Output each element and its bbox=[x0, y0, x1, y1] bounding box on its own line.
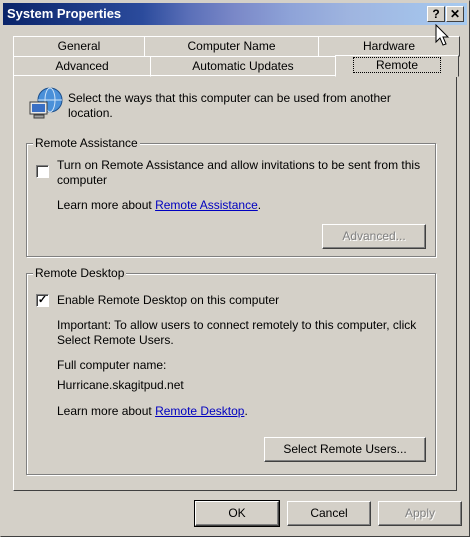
select-remote-users-button[interactable]: Select Remote Users... bbox=[264, 437, 426, 462]
remote-assistance-link[interactable]: Remote Assistance bbox=[155, 198, 258, 212]
full-name-label: Full computer name: bbox=[57, 358, 167, 372]
learn-more-suffix: . bbox=[244, 404, 248, 418]
tab-advanced[interactable]: Advanced bbox=[13, 56, 151, 77]
remote-desktop-checkbox[interactable]: ✓ bbox=[36, 294, 49, 307]
title-bar[interactable]: System Properties ? ✕ bbox=[3, 3, 467, 25]
learn-more-suffix: . bbox=[257, 198, 262, 212]
help-button[interactable]: ? bbox=[427, 6, 445, 22]
apply-button[interactable]: Apply bbox=[378, 501, 462, 526]
intro-text: Select the ways that this computer can b… bbox=[68, 91, 391, 120]
cancel-button[interactable]: Cancel bbox=[287, 501, 371, 526]
remote-assistance-group: Remote Assistance Turn on Remote Assista… bbox=[26, 136, 436, 257]
window-title: System Properties bbox=[7, 6, 122, 21]
remote-desktop-important: Important: To allow users to connect rem… bbox=[57, 318, 417, 347]
full-name-value: Hurricane.skagitpud.net bbox=[57, 378, 184, 392]
learn-more-prefix: Learn more about bbox=[57, 198, 156, 212]
tab-remote-label: Remote bbox=[352, 57, 442, 73]
advanced-button[interactable]: Advanced... bbox=[322, 224, 426, 249]
remote-desktop-link[interactable]: Remote Desktop bbox=[155, 404, 244, 418]
tab-general[interactable]: General bbox=[13, 36, 145, 57]
tab-automatic-updates[interactable]: Automatic Updates bbox=[150, 56, 336, 77]
remote-desktop-checkbox-label[interactable]: Enable Remote Desktop on this computer bbox=[57, 293, 279, 308]
remote-tab-panel: Select the ways that this computer can b… bbox=[13, 75, 457, 491]
system-properties-window: System Properties ? ✕ General Computer N… bbox=[0, 0, 470, 537]
tab-computer-name[interactable]: Computer Name bbox=[144, 36, 319, 57]
tab-remote[interactable]: Remote bbox=[335, 55, 459, 77]
remote-assistance-checkbox[interactable] bbox=[36, 165, 49, 178]
learn-more-prefix: Learn more about bbox=[57, 404, 156, 418]
remote-desktop-title: Remote Desktop bbox=[33, 266, 127, 280]
remote-assistance-checkbox-label[interactable]: Turn on Remote Assistance and allow invi… bbox=[57, 158, 427, 188]
remote-assistance-title: Remote Assistance bbox=[33, 136, 140, 150]
close-button[interactable]: ✕ bbox=[446, 6, 464, 22]
ok-button[interactable]: OK bbox=[194, 500, 280, 527]
remote-assistance-learn-more: Learn more about Remote Assistance. bbox=[57, 198, 261, 213]
computer-network-icon bbox=[29, 87, 63, 119]
mouse-cursor-icon bbox=[435, 24, 450, 46]
remote-desktop-learn-more: Learn more about Remote Desktop. bbox=[57, 404, 248, 419]
remote-desktop-group: Remote Desktop ✓ Enable Remote Desktop o… bbox=[26, 266, 436, 475]
